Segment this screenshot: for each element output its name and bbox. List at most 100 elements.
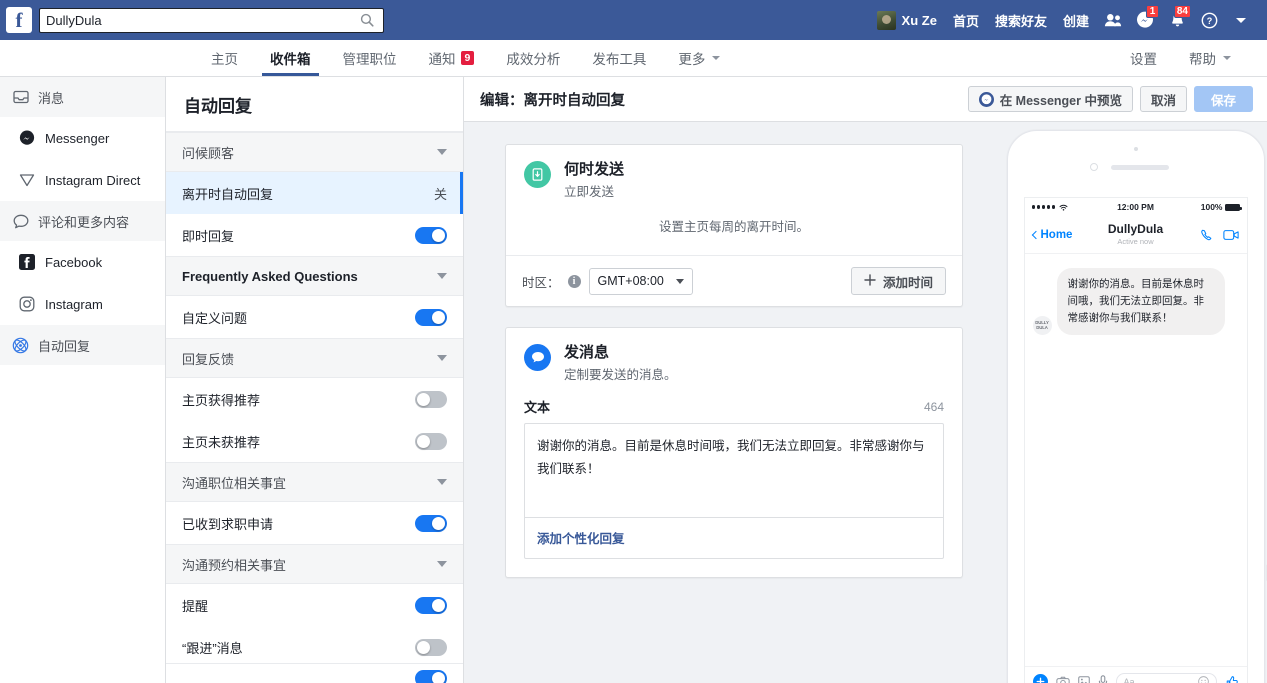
sidebar-section-automated-responses-label: 自动回复 xyxy=(38,338,91,354)
automated-responses-list: 自动回复 问候顾客 离开时自动回复 关 即时回复 Frequently Aske… xyxy=(166,77,464,683)
tab-notifications[interactable]: 通知 9 xyxy=(413,40,491,76)
toggle-custom-questions[interactable] xyxy=(415,308,447,326)
toggle-page-not-recommended[interactable] xyxy=(415,432,447,450)
nav-create[interactable]: 创建 xyxy=(1055,6,1097,34)
list-group-greet-customers[interactable]: 问候顾客 xyxy=(166,132,463,172)
list-item-away-message-label: 离开时自动回复 xyxy=(182,186,274,202)
page-settings-link[interactable]: 设置 xyxy=(1114,40,1173,76)
photo-icon[interactable] xyxy=(1077,675,1090,683)
sidebar-section-messages-label: 消息 xyxy=(38,90,65,106)
info-icon[interactable]: i xyxy=(567,274,581,288)
phone-nav-bar: Home DullyDula Active now xyxy=(1024,216,1247,254)
sidebar-item-instagram-direct[interactable]: Instagram Direct xyxy=(0,159,165,201)
facebook-logo-icon[interactable]: f xyxy=(6,7,32,33)
tab-insights[interactable]: 成效分析 xyxy=(490,40,576,76)
phone-preview: 12:00 PM 100% Home DullyDula Active now … xyxy=(1004,122,1267,683)
toggle-follow-up-message[interactable] xyxy=(415,638,447,656)
sidebar-section-messages[interactable]: 消息 xyxy=(0,77,165,117)
camera-icon[interactable] xyxy=(1055,676,1070,683)
toggle-application-received[interactable] xyxy=(415,514,447,532)
plus-circle-icon[interactable] xyxy=(1032,674,1048,683)
toggle-page-recommended[interactable] xyxy=(415,390,447,408)
chevron-down-icon xyxy=(675,278,684,284)
preview-in-messenger-button[interactable]: 在 Messenger 中预览 xyxy=(967,86,1133,112)
when-card-header: 何时发送 立即发送 xyxy=(506,145,962,214)
list-item-application-received[interactable]: 已收到求职申请 xyxy=(166,502,463,544)
global-search[interactable] xyxy=(39,7,384,33)
when-card-subtitle: 立即发送 xyxy=(564,185,615,199)
list-item-away-message[interactable]: 离开时自动回复 关 xyxy=(166,172,463,214)
timezone-row: 时区： i GMT+08:00 添加时间 xyxy=(506,255,962,306)
nav-find-friends[interactable]: 搜索好友 xyxy=(987,6,1055,34)
list-item-partial-below-fold[interactable] xyxy=(166,663,463,683)
list-item-instant-reply[interactable]: 即时回复 xyxy=(166,214,463,256)
phone-sensor-icon xyxy=(1089,163,1098,171)
list-group-faq[interactable]: Frequently Asked Questions xyxy=(166,256,463,296)
sidebar-section-comments[interactable]: 评论和更多内容 xyxy=(0,201,165,241)
tab-home[interactable]: 主页 xyxy=(195,40,254,76)
video-camera-icon[interactable] xyxy=(1222,229,1239,241)
notifications-icon[interactable]: 84 xyxy=(1161,5,1193,34)
when-card-title: 何时发送 xyxy=(564,161,625,178)
chevron-down-icon xyxy=(712,56,721,60)
sidebar-item-messenger[interactable]: Messenger xyxy=(0,117,165,159)
add-time-button[interactable]: 添加时间 xyxy=(850,267,946,295)
tab-manage-jobs[interactable]: 管理职位 xyxy=(327,40,413,76)
tab-manage-jobs-label: 管理职位 xyxy=(342,52,397,67)
page-tabs: 主页 收件箱 管理职位 通知 9 成效分析 发布工具 更多 xyxy=(195,40,736,76)
account-profile-link[interactable]: Xu Ze xyxy=(869,6,945,34)
list-group-feedback[interactable]: 回复反馈 xyxy=(166,338,463,378)
save-button[interactable]: 保存 xyxy=(1193,86,1253,112)
sidebar-item-instagram[interactable]: Instagram xyxy=(0,283,165,325)
list-group-appointments-label: 沟通预约相关事宜 xyxy=(182,557,287,573)
phone-message-input[interactable]: Aa xyxy=(1115,673,1217,683)
microphone-icon[interactable] xyxy=(1098,675,1108,683)
editor-cards: 何时发送 立即发送 设置主页每周的离开时间。 时区： i GMT+08:00 添… xyxy=(464,122,1004,683)
when-card-titles: 何时发送 立即发送 xyxy=(564,161,624,200)
toggle-reminder[interactable] xyxy=(415,596,447,614)
list-item-page-not-recommended[interactable]: 主页未获推荐 xyxy=(166,420,463,462)
thumbs-up-icon[interactable] xyxy=(1225,675,1239,683)
toggle-instant-reply[interactable] xyxy=(415,226,447,244)
sidebar-item-facebook[interactable]: Facebook xyxy=(0,241,165,283)
cancel-button[interactable]: 取消 xyxy=(1139,86,1187,112)
when-card-description: 设置主页每周的离开时间。 xyxy=(658,220,809,234)
phone-back-button[interactable]: Home xyxy=(1031,229,1072,241)
list-item-custom-questions[interactable]: 自定义问题 xyxy=(166,296,463,338)
list-item-reminder[interactable]: 提醒 xyxy=(166,584,463,626)
timezone-select[interactable]: GMT+08:00 xyxy=(588,267,693,295)
sidebar-item-messenger-label: Messenger xyxy=(45,130,110,146)
search-icon[interactable] xyxy=(357,10,377,30)
phone-status-bar: 12:00 PM 100% xyxy=(1025,198,1247,216)
nav-home[interactable]: 首页 xyxy=(945,6,987,34)
help-icon[interactable]: ? xyxy=(1193,6,1225,34)
toggle-partial-below-fold[interactable] xyxy=(415,669,447,683)
messages-icon[interactable]: 1 xyxy=(1129,5,1161,34)
clock-send-icon xyxy=(524,161,551,188)
phone-frame: 12:00 PM 100% Home DullyDula Active now … xyxy=(1006,130,1265,683)
list-group-jobs[interactable]: 沟通职位相关事宜 xyxy=(166,462,463,502)
tab-more[interactable]: 更多 xyxy=(662,40,736,76)
instagram-icon xyxy=(18,296,35,313)
search-input[interactable] xyxy=(46,12,357,28)
account-menu-chevron-down-icon[interactable] xyxy=(1225,6,1257,34)
list-item-follow-up-message[interactable]: “跟进”消息 xyxy=(166,626,463,668)
main-content: 编辑：离开时自动回复 在 Messenger 中预览 取消 保存 何时发送 立即… xyxy=(464,77,1267,683)
add-personalized-reply-link[interactable]: 添加个性化回复 xyxy=(537,532,625,546)
smiley-icon[interactable] xyxy=(1197,676,1209,683)
message-textarea[interactable]: 谢谢你的消息。目前是休息时间哦，我们无法立即回复。非常感谢你与我们联系！ xyxy=(525,424,943,517)
cancel-label: 取消 xyxy=(1150,93,1176,108)
tab-inbox[interactable]: 收件箱 xyxy=(254,40,327,76)
page-help-link[interactable]: 帮助 xyxy=(1173,40,1247,76)
list-group-appointments[interactable]: 沟通预约相关事宜 xyxy=(166,544,463,584)
list-item-page-recommended[interactable]: 主页获得推荐 xyxy=(166,378,463,420)
sidebar-section-automated-responses[interactable]: 自动回复 xyxy=(0,325,165,365)
chevron-down-icon xyxy=(437,273,447,279)
tab-publishing-tools[interactable]: 发布工具 xyxy=(576,40,662,76)
phone-icon[interactable] xyxy=(1200,228,1214,242)
phone-message-thread: DULLY DULA 谢谢你的消息。目前是休息时间哦，我们无法立即回复。非常感谢… xyxy=(1025,254,1247,666)
messages-badge: 1 xyxy=(1146,5,1159,18)
friend-requests-icon[interactable] xyxy=(1097,6,1129,34)
tab-publishing-tools-label: 发布工具 xyxy=(592,52,647,67)
inbox-sidebar: 消息 Messenger Instagram Direct 评论和更多内容 Fa… xyxy=(0,77,166,683)
